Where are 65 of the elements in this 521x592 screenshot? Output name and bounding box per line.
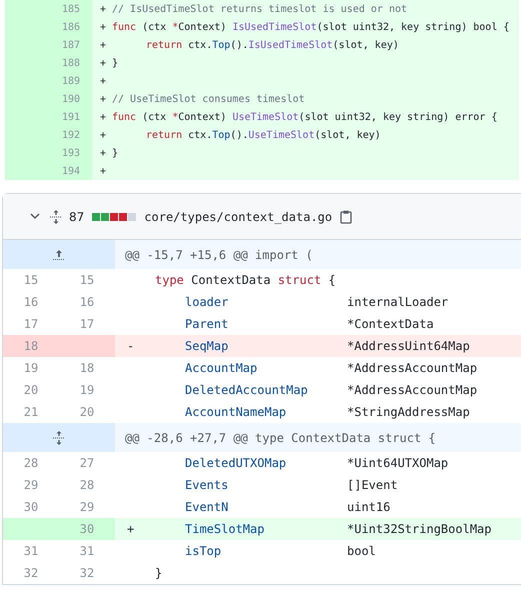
field-name: EventN: [185, 499, 228, 516]
field-name: loader: [185, 294, 228, 311]
old-line-number: 18: [3, 335, 59, 357]
field-type: *AddressAccountMap: [347, 360, 478, 377]
line-number: 187: [5, 36, 92, 54]
diff-sign: +: [100, 110, 108, 124]
diff-sign: +: [100, 20, 108, 34]
field-type: []Event: [347, 477, 398, 494]
diff-sign: +: [100, 74, 108, 88]
field-name: AccountMap: [185, 360, 258, 377]
code-line: // IsUsedTimeSlot returns timeslot is used or not: [111, 2, 408, 16]
new-line-number: 30: [59, 518, 115, 540]
field-name: Events: [185, 477, 228, 494]
file-path: core/types/context_data.go: [144, 208, 332, 226]
field-type: internalLoader: [347, 294, 448, 311]
line-number: 186: [5, 18, 92, 36]
field-name: DeletedAccountMap: [185, 382, 308, 399]
line-number: 185: [5, 0, 92, 18]
diff-sign: +: [100, 56, 108, 70]
expand-icon[interactable]: [52, 430, 66, 444]
field-type: *Uint64UTXOMap: [347, 455, 448, 472]
field-name: isTop: [185, 543, 222, 560]
diff-sign: +: [100, 2, 108, 16]
change-count: 87: [69, 208, 84, 226]
line-number: 191: [5, 108, 92, 126]
diff-sign: -: [127, 338, 134, 355]
diff-sign: +: [100, 146, 108, 160]
expand-up-icon[interactable]: [52, 248, 66, 260]
line-number: 190: [5, 90, 92, 108]
code-line: type ContextData struct {: [155, 272, 336, 289]
field-type: *ContextData: [347, 316, 434, 333]
field-name: DeletedUTXOMap: [185, 455, 286, 472]
line-number: 192: [5, 126, 92, 144]
field-type: *AddressUint64Map: [347, 338, 470, 355]
diff-sign: +: [100, 92, 108, 106]
diff-sign: +: [100, 38, 108, 52]
clipboard-icon[interactable]: [340, 210, 352, 224]
line-number: 189: [5, 72, 92, 90]
code-line: }: [111, 56, 118, 70]
field-name: Parent: [185, 316, 228, 333]
field-name: SeqMap: [185, 338, 228, 355]
code-line: // UseTimeSlot consumes timeslot: [111, 92, 305, 106]
line-number: 188: [5, 54, 92, 72]
field-type: *AddressAccountMap: [347, 382, 478, 399]
field-type: uint16: [347, 499, 390, 516]
diff-sign: +: [100, 164, 108, 178]
line-number: 193: [5, 144, 92, 162]
hunk-header: @@ -15,7 +15,6 @@ import (: [125, 246, 313, 264]
line-number: 194: [5, 162, 92, 180]
code-line: func (ctx *Context) UseTimeSlot(slot uint32, key string) error {: [111, 110, 498, 124]
code-line: }: [111, 146, 118, 160]
field-type: bool: [347, 543, 376, 560]
diff-sign: +: [127, 521, 134, 538]
field-name: TimeSlotMap: [185, 521, 264, 538]
code-line: func (ctx *Context) IsUsedTimeSlot(slot uint32, key string) bool {: [111, 20, 510, 34]
diff-sign: +: [100, 128, 108, 142]
code-line: return ctx.Top().UseTimeSlot(slot, key): [145, 128, 381, 142]
code-line: }: [155, 565, 162, 582]
field-type: *StringAddressMap: [347, 404, 470, 421]
chevron-icon: [30, 213, 40, 220]
field-name: AccountNameMap: [185, 404, 286, 421]
expand-icon[interactable]: [49, 210, 63, 224]
hunk-header: @@ -28,6 +27,7 @@ type ContextData struct {: [125, 430, 436, 446]
code-line: return ctx.Top().IsUsedTimeSlot(slot, key): [145, 38, 399, 52]
field-type: *Uint32StringBoolMap: [347, 521, 492, 538]
